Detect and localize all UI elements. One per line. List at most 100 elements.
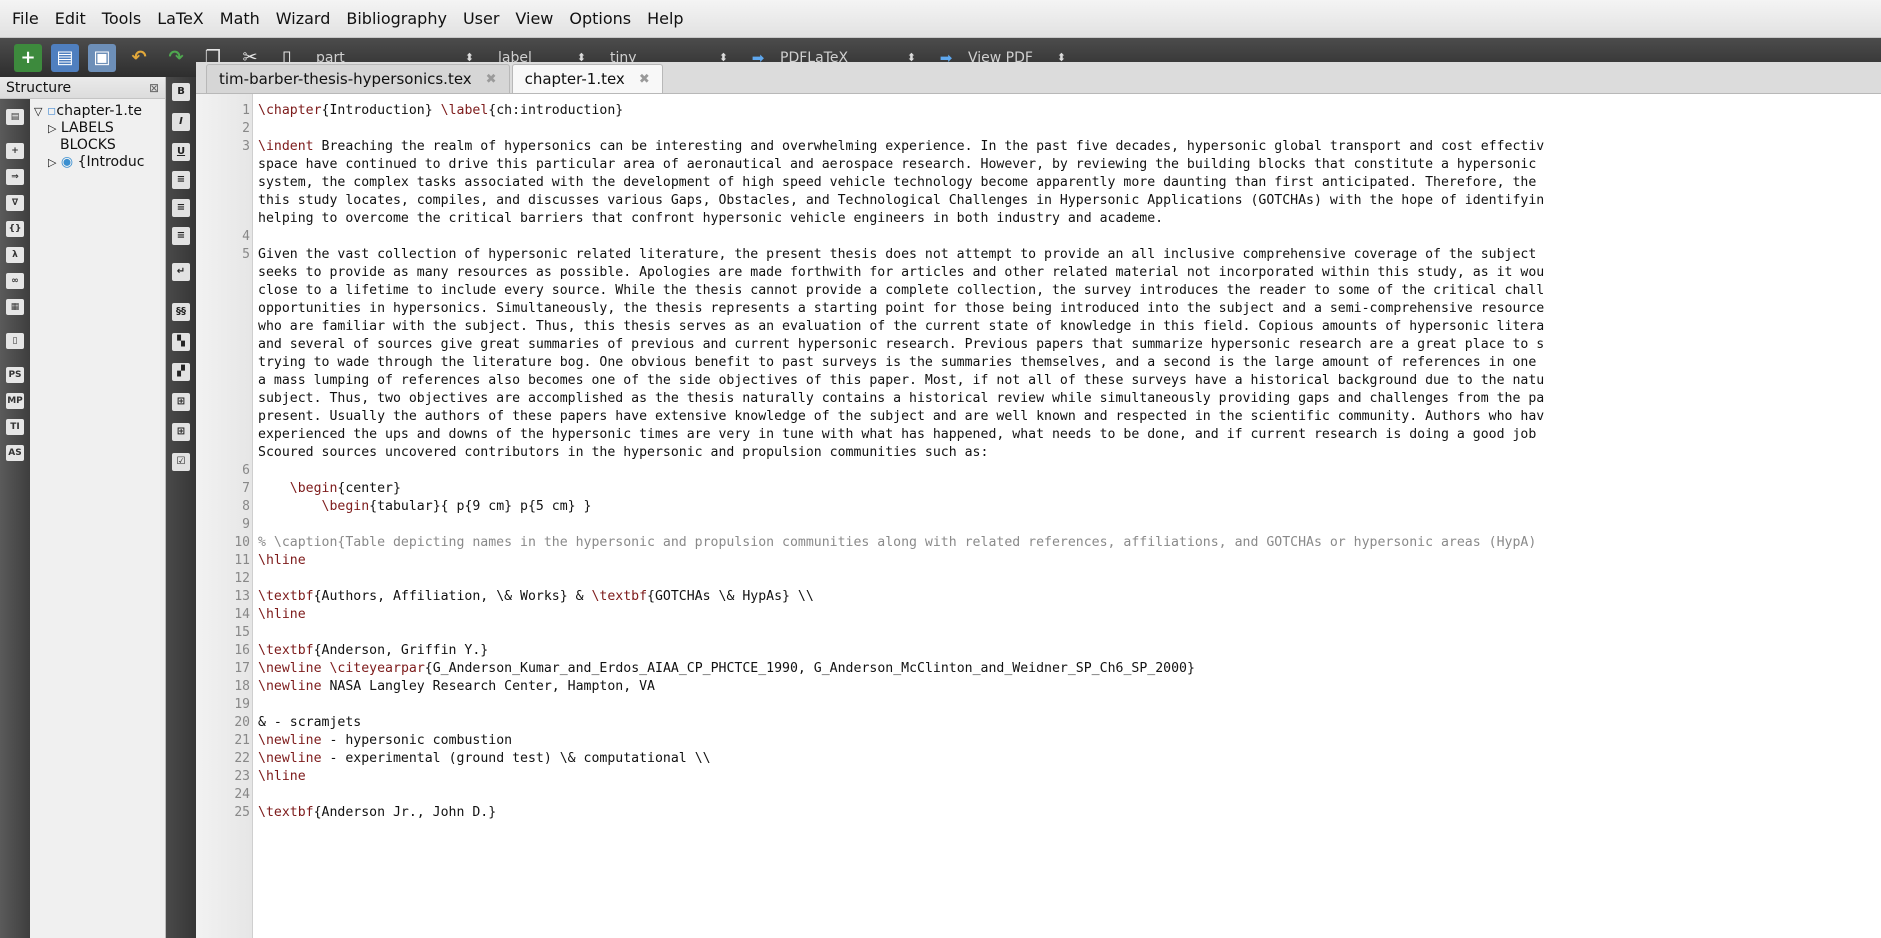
- code-line[interactable]: helping to overcome the critical barrier…: [258, 210, 1163, 228]
- small-caps-icon[interactable]: ▚: [172, 333, 190, 351]
- tab-chapter-1-label: chapter-1.tex: [524, 70, 625, 88]
- expand-open-icon[interactable]: ▽: [34, 105, 42, 118]
- underline-icon[interactable]: U: [172, 143, 190, 161]
- asymptote-icon[interactable]: AS: [6, 445, 24, 461]
- code-line[interactable]: seeks to provide as many resources as po…: [258, 264, 1544, 282]
- structure-header: Structure ⊠: [0, 77, 165, 99]
- menu-edit[interactable]: Edit: [47, 9, 94, 28]
- open-folder-icon[interactable]: ▤: [51, 43, 79, 72]
- line-number: 12: [234, 571, 250, 586]
- close-icon[interactable]: ✖: [639, 72, 650, 87]
- expand-closed-icon[interactable]: ▷: [48, 122, 56, 135]
- code-line[interactable]: a mass lumping of references also become…: [258, 372, 1544, 390]
- line-number: 4: [242, 229, 250, 244]
- code-line[interactable]: \indent Breaching the realm of hypersoni…: [258, 138, 1544, 156]
- tab-thesis-label: tim-barber-thesis-hypersonics.tex: [219, 70, 472, 88]
- menu-bibliography[interactable]: Bibliography: [338, 9, 455, 28]
- line-number: 8: [242, 499, 250, 514]
- code-line[interactable]: \textbf{Anderson, Griffin Y.}: [258, 642, 488, 660]
- new-file-icon[interactable]: +: [14, 43, 42, 72]
- code-line[interactable]: system, the complex tasks associated wit…: [258, 174, 1536, 192]
- menu-options[interactable]: Options: [561, 9, 639, 28]
- code-line[interactable]: \newline - hypersonic combustion: [258, 732, 512, 750]
- code-line[interactable]: \begin{tabular}{ p{9 cm} p{5 cm} }: [258, 498, 592, 516]
- line-number: 23: [234, 769, 250, 784]
- tree-item-file[interactable]: ▽ ▫chapter-1.te: [34, 103, 164, 120]
- code-line[interactable]: \hline: [258, 606, 306, 624]
- plus-enum-icon[interactable]: ⊞: [172, 423, 190, 441]
- plus-item-icon[interactable]: ⊞: [172, 393, 190, 411]
- right-arrow-icon[interactable]: ⇒: [6, 169, 24, 185]
- code-line[interactable]: Given the vast collection of hypersonic …: [258, 246, 1536, 264]
- line-number: 6: [242, 463, 250, 478]
- plus-icon[interactable]: +: [6, 143, 24, 159]
- code-editor[interactable]: 1 \chapter{Introduction} \label{ch:introd…: [196, 94, 1881, 938]
- menu-file[interactable]: File: [4, 9, 47, 28]
- check-icon[interactable]: ☑: [172, 453, 190, 471]
- pstricks-icon[interactable]: PS: [6, 367, 24, 383]
- tree-item-labels[interactable]: ▷ LABELS: [34, 120, 164, 137]
- close-icon[interactable]: ✖: [486, 72, 497, 87]
- code-line[interactable]: \textbf{Authors, Affiliation, \& Works} …: [258, 588, 814, 606]
- code-line[interactable]: present. Usually the authors of these pa…: [258, 408, 1544, 426]
- tab-chapter-1[interactable]: chapter-1.tex ✖: [511, 64, 663, 93]
- line-number: 1: [242, 103, 250, 118]
- brace-icon[interactable]: {}: [6, 221, 24, 237]
- center-align-icon[interactable]: ≡: [172, 199, 190, 217]
- code-line[interactable]: space have continued to drive this parti…: [258, 156, 1536, 174]
- emphasis-icon[interactable]: ▞: [172, 363, 190, 381]
- menu-tools[interactable]: Tools: [94, 9, 149, 28]
- code-line[interactable]: and several of sources give great summar…: [258, 336, 1544, 354]
- menu-help[interactable]: Help: [639, 9, 691, 28]
- metapost-icon[interactable]: MP: [6, 393, 24, 409]
- right-align-icon[interactable]: ≡: [172, 227, 190, 245]
- tree-item-section[interactable]: ▷ ◉ {Introduc: [34, 154, 164, 171]
- code-line[interactable]: opportunities in hypersonics. Simultaneo…: [258, 300, 1544, 318]
- undo-icon[interactable]: ↶: [125, 44, 153, 72]
- code-line[interactable]: % \caption{Table depicting names in the …: [258, 534, 1536, 552]
- tab-thesis[interactable]: tim-barber-thesis-hypersonics.tex ✖: [206, 64, 510, 93]
- infinity-icon[interactable]: ∞: [6, 273, 24, 289]
- code-line[interactable]: \newline \citeyearpar{G_Anderson_Kumar_a…: [258, 660, 1195, 678]
- code-line[interactable]: trying to wade through the literature bo…: [258, 354, 1536, 372]
- frame-icon[interactable]: ▯: [6, 333, 24, 349]
- code-line[interactable]: subject. Thus, two objectives are accomp…: [258, 390, 1544, 408]
- redo-icon[interactable]: ↷: [162, 44, 190, 72]
- grid-icon[interactable]: ▦: [6, 299, 24, 315]
- code-line[interactable]: \chapter{Introduction} \label{ch:introdu…: [258, 102, 623, 120]
- code-line[interactable]: who are familiar with the subject. Thus,…: [258, 318, 1544, 336]
- code-line[interactable]: \newline - experimental (ground test) \&…: [258, 750, 711, 768]
- lambda-icon[interactable]: λ: [6, 247, 24, 263]
- expand-closed-icon[interactable]: ▷: [48, 156, 56, 169]
- menu-latex[interactable]: LaTeX: [149, 9, 212, 28]
- code-line[interactable]: \begin{center}: [258, 480, 401, 498]
- line-number: 20: [234, 715, 250, 730]
- code-line[interactable]: this study locates, compiles, and discus…: [258, 192, 1544, 210]
- line-number: 14: [234, 607, 250, 622]
- line-number: 15: [234, 625, 250, 640]
- close-icon[interactable]: ⊠: [149, 81, 159, 95]
- menu-user[interactable]: User: [455, 9, 507, 28]
- section-symbol-icon[interactable]: §§: [172, 303, 190, 321]
- code-line[interactable]: & - scramjets: [258, 714, 361, 732]
- menu-wizard[interactable]: Wizard: [268, 9, 339, 28]
- code-line[interactable]: \textbf{Anderson Jr., John D.}: [258, 804, 496, 822]
- code-line[interactable]: \hline: [258, 552, 306, 570]
- menu-view[interactable]: View: [507, 9, 561, 28]
- code-line[interactable]: close to a lifetime to include every sou…: [258, 282, 1544, 300]
- code-line[interactable]: experienced the ups and downs of the hyp…: [258, 426, 1536, 444]
- code-line[interactable]: Scoured sources uncovered contributors i…: [258, 444, 988, 462]
- code-line[interactable]: \newline NASA Langley Research Center, H…: [258, 678, 655, 696]
- tree-labels-label: LABELS: [60, 120, 114, 136]
- menu-math[interactable]: Math: [212, 9, 268, 28]
- triangle-icon[interactable]: ∇: [6, 195, 24, 211]
- italic-icon[interactable]: I: [172, 113, 190, 131]
- document-icon[interactable]: ▤: [6, 109, 24, 125]
- tree-item-blocks[interactable]: BLOCKS: [34, 137, 164, 154]
- tikz-icon[interactable]: TI: [6, 419, 24, 435]
- bold-icon[interactable]: B: [172, 83, 190, 101]
- code-line[interactable]: \hline: [258, 768, 306, 786]
- save-icon[interactable]: ▣: [88, 43, 116, 72]
- left-align-icon[interactable]: ≡: [172, 171, 190, 189]
- return-icon[interactable]: ↵: [172, 263, 190, 281]
